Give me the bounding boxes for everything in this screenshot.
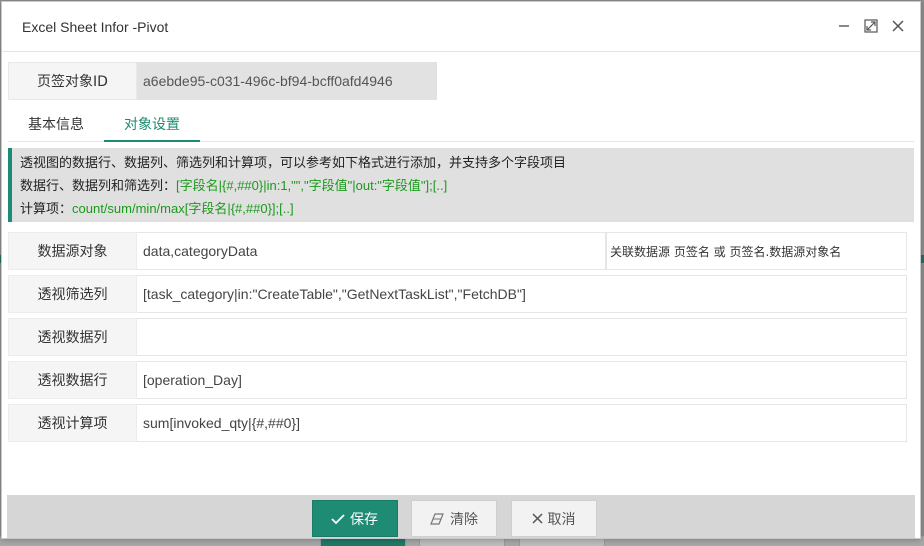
data-rows-row: 透视数据行 [operation_Day]: [8, 361, 907, 399]
cancel-button-label: 取消: [547, 511, 576, 528]
eraser-icon: [429, 512, 445, 525]
clear-button[interactable]: 清除: [410, 500, 497, 537]
data-rows-label: 透视数据行: [8, 361, 137, 399]
data-source-row: 数据源对象 data,categoryData 关联数据源 页签名 或 页签名.…: [8, 232, 907, 270]
dialog-body: 页签对象ID a6ebde95-c031-496c-bf94-bcff0afd4…: [2, 52, 920, 442]
filter-columns-label: 透视筛选列: [8, 275, 137, 313]
background-button: [519, 538, 605, 546]
data-columns-input[interactable]: [137, 318, 907, 356]
calc-items-row: 透视计算项 sum[invoked_qty|{#,##0}]: [8, 404, 907, 442]
data-source-label: 数据源对象: [8, 232, 137, 270]
background-button: [419, 538, 505, 546]
pivot-dialog: Excel Sheet Infor -Pivot 页签对象ID a6ebde95…: [1, 1, 921, 539]
tab-bar: 基本信息 对象设置: [8, 106, 914, 142]
x-icon: [531, 513, 543, 524]
save-button[interactable]: 保存: [311, 500, 398, 537]
data-source-note: 关联数据源 页签名 或 页签名.数据源对象名: [606, 232, 907, 270]
data-rows-input[interactable]: [operation_Day]: [137, 361, 907, 399]
calc-items-label: 透视计算项: [8, 404, 137, 442]
minimize-icon[interactable]: [836, 18, 852, 34]
dialog-titlebar: Excel Sheet Infor -Pivot: [2, 2, 920, 52]
background-button: [320, 538, 406, 546]
tab-basic-info[interactable]: 基本信息: [8, 106, 104, 141]
hint-line-3-code: count/sum/min/max[字段名|{#,##0}];[..]: [72, 201, 294, 216]
save-button-label: 保存: [350, 511, 378, 528]
hint-line-1: 透视图的数据行、数据列、筛选列和计算项，可以参考如下格式进行添加，并支持多个字段…: [20, 156, 567, 171]
hint-line-3-prefix: 计算项：: [20, 202, 73, 217]
object-id-label: 页签对象ID: [8, 62, 137, 100]
check-icon: [331, 513, 345, 525]
object-id-field[interactable]: a6ebde95-c031-496c-bf94-bcff0afd4946: [137, 62, 437, 100]
close-icon[interactable]: [890, 18, 906, 34]
filter-columns-row: 透视筛选列 [task_category|in:"CreateTable","G…: [8, 275, 907, 313]
object-id-row: 页签对象ID a6ebde95-c031-496c-bf94-bcff0afd4…: [8, 62, 914, 100]
hint-line-3: 计算项：count/sum/min/max[字段名|{#,##0}];[..]: [20, 198, 906, 221]
maximize-icon[interactable]: [863, 18, 879, 34]
format-hint: 透视图的数据行、数据列、筛选列和计算项，可以参考如下格式进行添加，并支持多个字段…: [8, 148, 914, 222]
data-columns-row: 透视数据列: [8, 318, 907, 356]
filter-columns-input[interactable]: [task_category|in:"CreateTable","GetNext…: [137, 275, 907, 313]
dialog-title: Excel Sheet Infor -Pivot: [22, 18, 169, 35]
clear-button-label: 清除: [450, 511, 478, 528]
window-controls: [836, 18, 906, 34]
data-columns-label: 透视数据列: [8, 318, 137, 356]
data-source-input[interactable]: data,categoryData: [137, 232, 606, 270]
tab-object-settings[interactable]: 对象设置: [104, 106, 200, 142]
hint-line-2-prefix: 数据行、数据列和筛选列：: [20, 179, 177, 194]
dialog-footer: 保存 清除 取消: [7, 495, 915, 538]
hint-line-2-code: [字段名|{#,##0}|in:1,"","字段值"|out:"字段值"];[.…: [176, 178, 448, 193]
settings-form: 数据源对象 data,categoryData 关联数据源 页签名 或 页签名.…: [8, 232, 907, 442]
cancel-button[interactable]: 取消: [510, 500, 597, 537]
calc-items-input[interactable]: sum[invoked_qty|{#,##0}]: [137, 404, 907, 442]
hint-line-2: 数据行、数据列和筛选列：[字段名|{#,##0}|in:1,"","字段值"|o…: [20, 175, 906, 198]
